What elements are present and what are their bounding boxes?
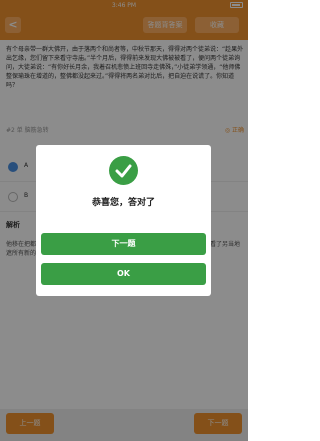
success-dialog: 恭喜您，答对了 下一题 OK bbox=[36, 145, 211, 296]
dialog-next-button[interactable]: 下一题 bbox=[41, 233, 206, 255]
dialog-ok-button[interactable]: OK bbox=[41, 263, 206, 285]
dialog-message: 恭喜您，答对了 bbox=[91, 198, 155, 208]
check-icon bbox=[109, 156, 138, 185]
